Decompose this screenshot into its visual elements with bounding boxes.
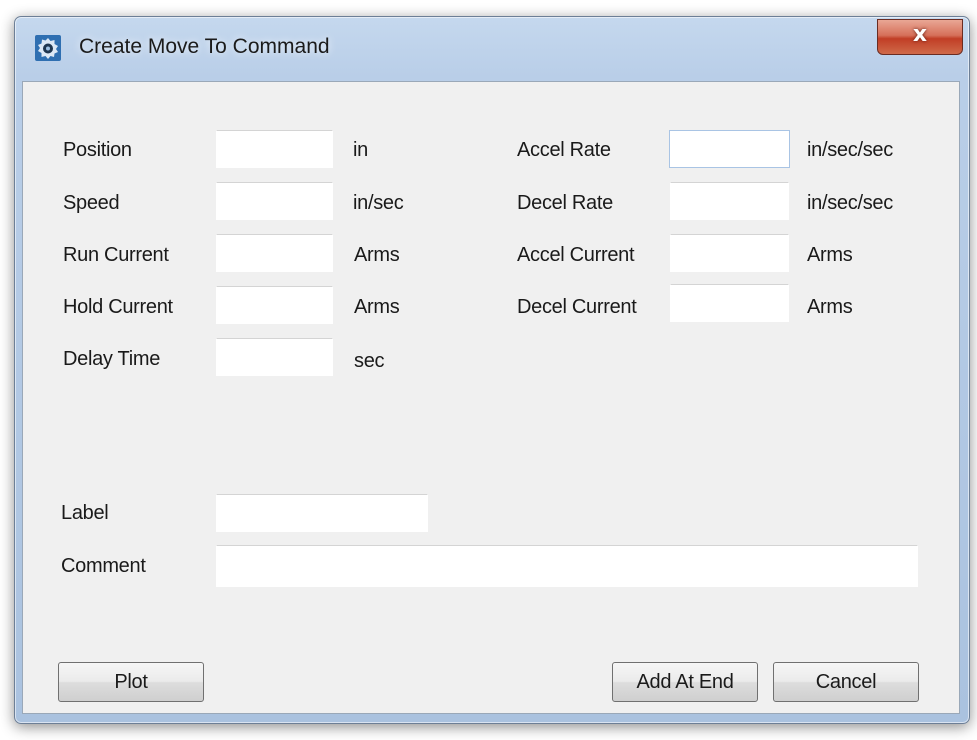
window-title: Create Move To Command (79, 35, 330, 58)
accel-current-label: Accel Current (517, 244, 635, 266)
plot-button[interactable]: Plot (58, 662, 204, 702)
position-input[interactable] (216, 130, 333, 168)
close-icon: x (912, 22, 928, 47)
decel-rate-input[interactable] (670, 182, 789, 220)
decel-current-label: Decel Current (517, 296, 637, 318)
label-input[interactable] (216, 494, 428, 532)
motor-gear-icon (35, 35, 61, 61)
accel-rate-unit: in/sec/sec (807, 139, 893, 161)
close-button[interactable]: x (877, 19, 963, 55)
accel-current-unit: Arms (807, 244, 853, 266)
speed-label: Speed (63, 192, 120, 214)
comment-field-label: Comment (61, 555, 146, 577)
position-unit: in (353, 139, 368, 161)
delay-time-unit: sec (354, 350, 385, 372)
decel-rate-unit: in/sec/sec (807, 192, 893, 214)
comment-input[interactable] (216, 545, 918, 587)
title-bar[interactable]: Create Move To Command x (15, 17, 969, 81)
hold-current-unit: Arms (354, 296, 400, 318)
run-current-input[interactable] (216, 234, 333, 272)
accel-current-input[interactable] (670, 234, 789, 272)
create-move-to-command-dialog: Create Move To Command x Position in Spe… (14, 16, 970, 724)
run-current-label: Run Current (63, 244, 169, 266)
dialog-body: Position in Speed in/sec Run Current Arm… (22, 81, 960, 714)
label-field-label: Label (61, 502, 109, 524)
hold-current-input[interactable] (216, 286, 333, 324)
hold-current-label: Hold Current (63, 296, 173, 318)
accel-rate-label: Accel Rate (517, 139, 611, 161)
position-label: Position (63, 139, 132, 161)
run-current-unit: Arms (354, 244, 400, 266)
speed-input[interactable] (216, 182, 333, 220)
decel-rate-label: Decel Rate (517, 192, 613, 214)
cancel-button[interactable]: Cancel (773, 662, 919, 702)
speed-unit: in/sec (353, 192, 404, 214)
decel-current-input[interactable] (670, 284, 789, 322)
accel-rate-input[interactable] (669, 130, 790, 168)
add-at-end-button[interactable]: Add At End (612, 662, 758, 702)
delay-time-input[interactable] (216, 338, 333, 376)
delay-time-label: Delay Time (63, 348, 161, 370)
decel-current-unit: Arms (807, 296, 853, 318)
